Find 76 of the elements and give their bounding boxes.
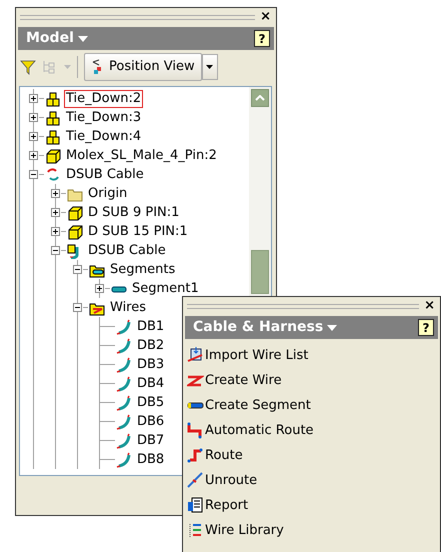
part-icon (67, 204, 83, 220)
assembly-icon (45, 128, 61, 144)
tree-item[interactable]: Segments (108, 260, 178, 278)
help-button[interactable]: ? (254, 30, 270, 47)
report-icon (187, 497, 204, 514)
position-view-button[interactable]: Position View (84, 53, 202, 81)
library-icon (187, 522, 204, 539)
filter-icon[interactable] (20, 59, 36, 75)
tree-item[interactable]: Tie_Down:2 (64, 90, 144, 108)
position-view-dropdown[interactable] (202, 54, 218, 80)
expand-toggle[interactable] (50, 226, 61, 237)
panel-title[interactable]: Cable & Harness (193, 317, 324, 338)
tree-item[interactable]: DSUB Cable (86, 242, 168, 260)
command-item[interactable]: Automatic Route (183, 418, 440, 443)
command-item[interactable]: Route (183, 443, 440, 468)
part-icon (45, 148, 61, 164)
tree-item[interactable]: Tie_Down:4 (64, 128, 144, 146)
command-item[interactable]: Create Segment (183, 393, 440, 418)
expand-toggle[interactable] (50, 245, 61, 256)
wire-icon (116, 394, 132, 410)
tree-item[interactable]: DB7 (135, 432, 166, 450)
expand-toggle[interactable] (28, 150, 39, 161)
command-item[interactable]: Wire Library (183, 518, 440, 543)
wire-icon (116, 414, 132, 430)
scroll-up-button[interactable] (251, 89, 269, 107)
expand-toggle[interactable] (72, 264, 83, 275)
route-icon (187, 447, 204, 464)
caret-icon[interactable] (327, 324, 338, 330)
wire-icon (116, 338, 132, 354)
expand-toggle[interactable] (72, 302, 83, 313)
wire-icon (116, 318, 132, 334)
expand-toggle[interactable] (28, 131, 39, 142)
harness-icon (45, 166, 61, 182)
wire-icon (116, 452, 132, 468)
caret-icon (206, 65, 214, 69)
arrow-up-icon (255, 95, 265, 101)
tree-item[interactable]: Tie_Down:3 (64, 108, 144, 126)
tree-item[interactable]: D SUB 9 PIN:1 (86, 204, 182, 222)
tree-item[interactable]: Wires (108, 298, 148, 316)
tree-item[interactable]: DB3 (135, 356, 166, 374)
tree-item[interactable]: DB5 (135, 394, 166, 412)
expand-toggle[interactable] (28, 169, 39, 180)
scroll-thumb[interactable] (251, 250, 269, 294)
tree-item[interactable]: DB2 (135, 336, 166, 354)
tree-item[interactable]: DB6 (135, 412, 166, 430)
command-item[interactable]: Create Wire (183, 368, 440, 393)
command-item[interactable]: Report (183, 493, 440, 518)
tree-item[interactable]: DB4 (135, 374, 166, 392)
tree-item[interactable]: Molex_SL_Male_4_Pin:2 (64, 146, 219, 164)
assembly-icon (45, 110, 61, 126)
expand-toggle[interactable] (50, 207, 61, 218)
tree-item[interactable]: DB8 (135, 450, 166, 468)
unroute-icon (187, 472, 204, 489)
expand-toggle[interactable] (94, 283, 105, 294)
assembly-icon (45, 90, 61, 106)
tree-item[interactable]: Origin (86, 184, 130, 202)
close-button[interactable]: × (423, 299, 436, 312)
caret-icon[interactable] (78, 36, 88, 42)
expand-toggle[interactable] (50, 188, 61, 199)
tree-item[interactable]: DB1 (135, 318, 166, 336)
expand-toggle[interactable] (28, 93, 39, 104)
wire-icon (116, 376, 132, 392)
tree-item[interactable]: Segment1 (130, 280, 201, 298)
import-list-icon (187, 347, 204, 364)
wire-icon (116, 356, 132, 372)
close-button[interactable]: × (259, 10, 272, 23)
command-item[interactable]: Import Wire List (183, 343, 440, 368)
route-icon (187, 422, 204, 439)
wire-icon (116, 432, 132, 448)
tree-item[interactable]: DSUB Cable (64, 166, 146, 184)
panel-title[interactable]: Model (26, 28, 74, 49)
command-item[interactable]: Unroute (183, 468, 440, 493)
part-icon (67, 224, 83, 240)
tree-item[interactable]: D SUB 15 PIN:1 (86, 222, 190, 240)
help-button[interactable]: ? (418, 319, 434, 336)
expand-toggle[interactable] (28, 112, 39, 123)
